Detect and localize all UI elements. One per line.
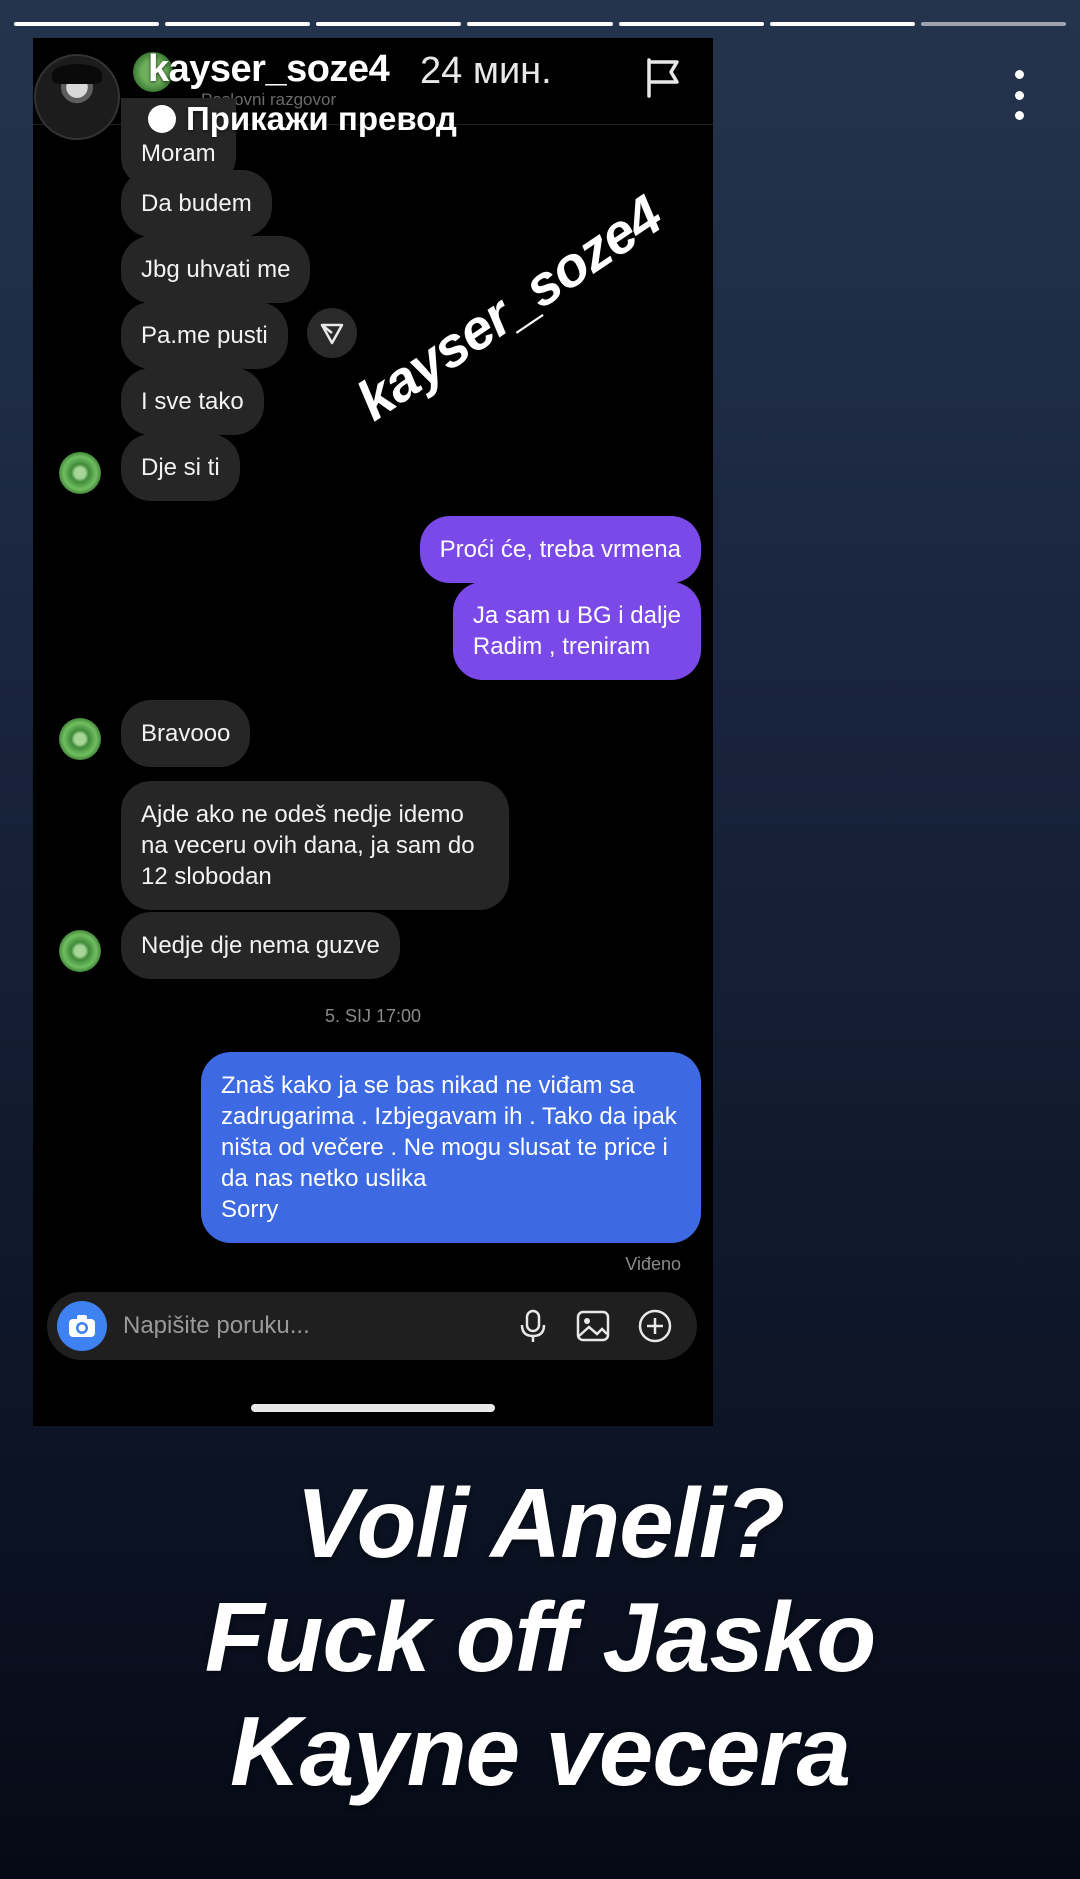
story-time-ago: 24 мин.: [420, 50, 552, 92]
story-progress-bar: [14, 22, 1066, 26]
seen-indicator: Viđeno: [625, 1254, 681, 1274]
translate-dot-icon: [148, 105, 176, 133]
watermark: kayser_soze4: [345, 182, 673, 433]
chat-screenshot: Poslovni razgovor Moram Da budem Jbg uhv…: [33, 38, 713, 1426]
caption-line: Voli Aneli?: [295, 1468, 785, 1578]
message-bubble-incoming: Dje si ti: [121, 434, 240, 501]
chat-timestamp: 5. SIJ 17:00: [324, 1006, 422, 1026]
message-composer[interactable]: Napišite poruku...: [47, 1292, 697, 1360]
more-icon: [1014, 70, 1024, 79]
message-bubble-outgoing: Proći će, treba vrmena: [419, 516, 701, 583]
message-text: Znaš kako ja se bas nikad ne viđam sa za…: [221, 1072, 677, 1192]
progress-segment: [618, 22, 764, 26]
share-icon: [320, 323, 344, 345]
message-line: Ja sam u BG i dalje: [472, 602, 681, 629]
camera-button[interactable]: [57, 1301, 107, 1351]
image-icon[interactable]: [575, 1308, 611, 1344]
mic-icon[interactable]: [515, 1308, 551, 1344]
message-bubble-incoming: I sve tako: [121, 368, 264, 435]
caption-line: Kayne vecera: [229, 1696, 851, 1806]
avatar[interactable]: [34, 54, 120, 140]
message-bubble-incoming: Ajde ako ne odeš nedje idemo na veceru o…: [121, 781, 509, 910]
progress-segment: [769, 22, 915, 26]
more-options-button[interactable]: [1012, 70, 1026, 120]
message-input[interactable]: Napišite poruku...: [123, 1312, 310, 1340]
story-username[interactable]: kayser_soze4: [148, 48, 390, 91]
home-indicator: [251, 1404, 495, 1412]
more-icon-dot: [1014, 90, 1024, 100]
contact-avatar: [59, 452, 101, 494]
translate-label: Прикажи превод: [186, 100, 457, 137]
share-button[interactable]: [307, 308, 357, 358]
message-bubble-incoming: Pa.me pusti: [121, 302, 288, 369]
message-bubble-incoming: Nedje dje nema guzve: [121, 912, 400, 979]
message-bubble-incoming: Jbg uhvati me: [121, 236, 311, 303]
message-line: Radim , treniram: [472, 633, 651, 660]
message-bubble-incoming: Da budem: [121, 170, 272, 237]
message-bubble-outgoing: Ja sam u BG i dalje Radim , treniram: [452, 582, 701, 680]
plus-icon[interactable]: [637, 1308, 673, 1344]
progress-segment: [165, 22, 311, 26]
more-icon-dot: [1014, 111, 1024, 120]
message-text: Sorry: [221, 1196, 279, 1223]
contact-avatar: [59, 718, 101, 760]
caption-line: Fuck off Jasko: [204, 1582, 876, 1692]
message-bubble-outgoing: Znaš kako ja se bas nikad ne viđam sa za…: [201, 1052, 701, 1243]
camera-icon: [69, 1315, 95, 1337]
story-header: kayser_soze4 24 мин. Прикажи превод: [34, 48, 1066, 148]
progress-segment: [14, 22, 160, 26]
message-bubble-incoming: Bravooo: [121, 700, 251, 767]
translate-toggle[interactable]: Прикажи превод: [148, 100, 457, 138]
contact-avatar: [59, 930, 101, 972]
progress-segment: [467, 22, 613, 26]
progress-segment: [316, 22, 462, 26]
progress-segment-current: [920, 22, 1066, 26]
story-caption: Voli Aneli? Fuck off Jasko Kayne vecera: [0, 1466, 1080, 1808]
